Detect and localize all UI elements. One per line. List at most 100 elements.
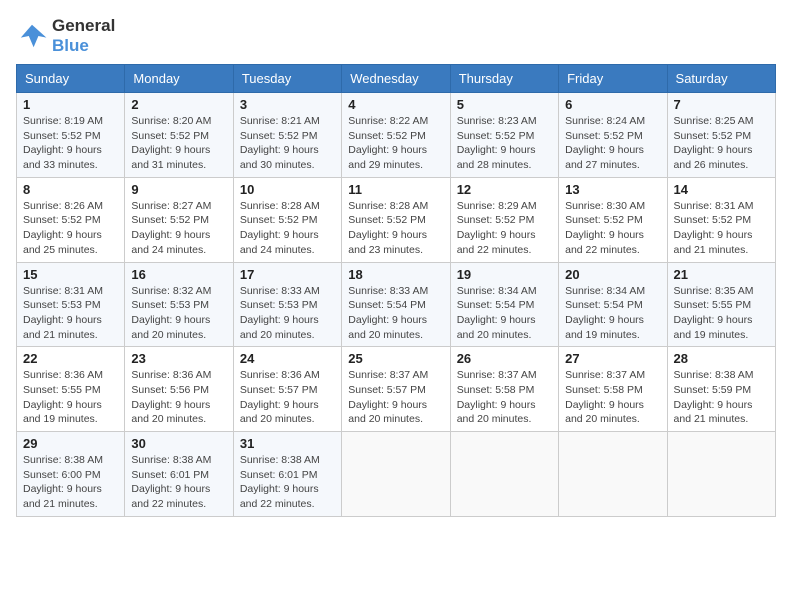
week-row-4: 22 Sunrise: 8:36 AMSunset: 5:55 PMDaylig… (17, 347, 776, 432)
weekday-header-tuesday: Tuesday (233, 65, 341, 93)
header: General Blue (16, 16, 776, 56)
day-detail: Sunrise: 8:24 AMSunset: 5:52 PMDaylight:… (565, 115, 645, 171)
calendar-cell: 12 Sunrise: 8:29 AMSunset: 5:52 PMDaylig… (450, 177, 558, 262)
day-detail: Sunrise: 8:37 AMSunset: 5:58 PMDaylight:… (565, 369, 645, 425)
day-detail: Sunrise: 8:36 AMSunset: 5:57 PMDaylight:… (240, 369, 320, 425)
day-number: 28 (674, 351, 769, 366)
day-number: 11 (348, 182, 443, 197)
calendar-cell: 14 Sunrise: 8:31 AMSunset: 5:52 PMDaylig… (667, 177, 775, 262)
day-detail: Sunrise: 8:31 AMSunset: 5:52 PMDaylight:… (674, 200, 754, 256)
calendar: SundayMondayTuesdayWednesdayThursdayFrid… (16, 64, 776, 517)
day-number: 30 (131, 436, 226, 451)
calendar-cell: 23 Sunrise: 8:36 AMSunset: 5:56 PMDaylig… (125, 347, 233, 432)
day-number: 22 (23, 351, 118, 366)
day-detail: Sunrise: 8:38 AMSunset: 6:01 PMDaylight:… (131, 454, 211, 510)
day-detail: Sunrise: 8:34 AMSunset: 5:54 PMDaylight:… (457, 285, 537, 341)
day-detail: Sunrise: 8:37 AMSunset: 5:57 PMDaylight:… (348, 369, 428, 425)
day-number: 8 (23, 182, 118, 197)
weekday-header-saturday: Saturday (667, 65, 775, 93)
logo-text: General Blue (52, 16, 115, 56)
calendar-cell: 18 Sunrise: 8:33 AMSunset: 5:54 PMDaylig… (342, 262, 450, 347)
day-number: 14 (674, 182, 769, 197)
calendar-cell: 15 Sunrise: 8:31 AMSunset: 5:53 PMDaylig… (17, 262, 125, 347)
day-detail: Sunrise: 8:36 AMSunset: 5:56 PMDaylight:… (131, 369, 211, 425)
calendar-cell: 26 Sunrise: 8:37 AMSunset: 5:58 PMDaylig… (450, 347, 558, 432)
day-number: 31 (240, 436, 335, 451)
calendar-cell (450, 432, 558, 517)
week-row-3: 15 Sunrise: 8:31 AMSunset: 5:53 PMDaylig… (17, 262, 776, 347)
day-number: 20 (565, 267, 660, 282)
day-number: 6 (565, 97, 660, 112)
day-number: 1 (23, 97, 118, 112)
week-row-2: 8 Sunrise: 8:26 AMSunset: 5:52 PMDayligh… (17, 177, 776, 262)
day-number: 17 (240, 267, 335, 282)
calendar-cell: 28 Sunrise: 8:38 AMSunset: 5:59 PMDaylig… (667, 347, 775, 432)
calendar-cell: 7 Sunrise: 8:25 AMSunset: 5:52 PMDayligh… (667, 93, 775, 178)
weekday-header-friday: Friday (559, 65, 667, 93)
calendar-cell (342, 432, 450, 517)
day-detail: Sunrise: 8:30 AMSunset: 5:52 PMDaylight:… (565, 200, 645, 256)
day-detail: Sunrise: 8:22 AMSunset: 5:52 PMDaylight:… (348, 115, 428, 171)
day-number: 9 (131, 182, 226, 197)
day-detail: Sunrise: 8:21 AMSunset: 5:52 PMDaylight:… (240, 115, 320, 171)
calendar-cell: 4 Sunrise: 8:22 AMSunset: 5:52 PMDayligh… (342, 93, 450, 178)
day-detail: Sunrise: 8:28 AMSunset: 5:52 PMDaylight:… (240, 200, 320, 256)
calendar-cell: 8 Sunrise: 8:26 AMSunset: 5:52 PMDayligh… (17, 177, 125, 262)
day-detail: Sunrise: 8:23 AMSunset: 5:52 PMDaylight:… (457, 115, 537, 171)
day-number: 5 (457, 97, 552, 112)
day-detail: Sunrise: 8:34 AMSunset: 5:54 PMDaylight:… (565, 285, 645, 341)
logo-bird-icon (16, 20, 48, 52)
day-number: 24 (240, 351, 335, 366)
calendar-cell: 25 Sunrise: 8:37 AMSunset: 5:57 PMDaylig… (342, 347, 450, 432)
calendar-cell: 19 Sunrise: 8:34 AMSunset: 5:54 PMDaylig… (450, 262, 558, 347)
calendar-cell (667, 432, 775, 517)
day-number: 3 (240, 97, 335, 112)
calendar-cell: 21 Sunrise: 8:35 AMSunset: 5:55 PMDaylig… (667, 262, 775, 347)
calendar-cell: 22 Sunrise: 8:36 AMSunset: 5:55 PMDaylig… (17, 347, 125, 432)
calendar-cell: 29 Sunrise: 8:38 AMSunset: 6:00 PMDaylig… (17, 432, 125, 517)
day-number: 19 (457, 267, 552, 282)
calendar-cell: 27 Sunrise: 8:37 AMSunset: 5:58 PMDaylig… (559, 347, 667, 432)
calendar-cell: 24 Sunrise: 8:36 AMSunset: 5:57 PMDaylig… (233, 347, 341, 432)
calendar-cell: 5 Sunrise: 8:23 AMSunset: 5:52 PMDayligh… (450, 93, 558, 178)
weekday-header-wednesday: Wednesday (342, 65, 450, 93)
day-detail: Sunrise: 8:26 AMSunset: 5:52 PMDaylight:… (23, 200, 103, 256)
calendar-cell: 30 Sunrise: 8:38 AMSunset: 6:01 PMDaylig… (125, 432, 233, 517)
day-number: 16 (131, 267, 226, 282)
day-number: 4 (348, 97, 443, 112)
day-detail: Sunrise: 8:25 AMSunset: 5:52 PMDaylight:… (674, 115, 754, 171)
calendar-cell: 20 Sunrise: 8:34 AMSunset: 5:54 PMDaylig… (559, 262, 667, 347)
week-row-1: 1 Sunrise: 8:19 AMSunset: 5:52 PMDayligh… (17, 93, 776, 178)
day-detail: Sunrise: 8:32 AMSunset: 5:53 PMDaylight:… (131, 285, 211, 341)
day-detail: Sunrise: 8:31 AMSunset: 5:53 PMDaylight:… (23, 285, 103, 341)
day-detail: Sunrise: 8:36 AMSunset: 5:55 PMDaylight:… (23, 369, 103, 425)
day-number: 18 (348, 267, 443, 282)
calendar-cell: 16 Sunrise: 8:32 AMSunset: 5:53 PMDaylig… (125, 262, 233, 347)
day-number: 13 (565, 182, 660, 197)
day-number: 21 (674, 267, 769, 282)
weekday-header-thursday: Thursday (450, 65, 558, 93)
day-detail: Sunrise: 8:33 AMSunset: 5:53 PMDaylight:… (240, 285, 320, 341)
day-detail: Sunrise: 8:38 AMSunset: 5:59 PMDaylight:… (674, 369, 754, 425)
day-detail: Sunrise: 8:37 AMSunset: 5:58 PMDaylight:… (457, 369, 537, 425)
calendar-cell: 10 Sunrise: 8:28 AMSunset: 5:52 PMDaylig… (233, 177, 341, 262)
day-detail: Sunrise: 8:29 AMSunset: 5:52 PMDaylight:… (457, 200, 537, 256)
calendar-cell (559, 432, 667, 517)
weekday-header-sunday: Sunday (17, 65, 125, 93)
day-number: 15 (23, 267, 118, 282)
calendar-cell: 2 Sunrise: 8:20 AMSunset: 5:52 PMDayligh… (125, 93, 233, 178)
day-detail: Sunrise: 8:35 AMSunset: 5:55 PMDaylight:… (674, 285, 754, 341)
day-number: 29 (23, 436, 118, 451)
calendar-cell: 6 Sunrise: 8:24 AMSunset: 5:52 PMDayligh… (559, 93, 667, 178)
day-number: 26 (457, 351, 552, 366)
calendar-cell: 9 Sunrise: 8:27 AMSunset: 5:52 PMDayligh… (125, 177, 233, 262)
day-number: 7 (674, 97, 769, 112)
weekday-header-row: SundayMondayTuesdayWednesdayThursdayFrid… (17, 65, 776, 93)
day-number: 10 (240, 182, 335, 197)
weekday-header-monday: Monday (125, 65, 233, 93)
logo: General Blue (16, 16, 115, 56)
day-number: 27 (565, 351, 660, 366)
calendar-cell: 13 Sunrise: 8:30 AMSunset: 5:52 PMDaylig… (559, 177, 667, 262)
day-detail: Sunrise: 8:28 AMSunset: 5:52 PMDaylight:… (348, 200, 428, 256)
day-number: 12 (457, 182, 552, 197)
